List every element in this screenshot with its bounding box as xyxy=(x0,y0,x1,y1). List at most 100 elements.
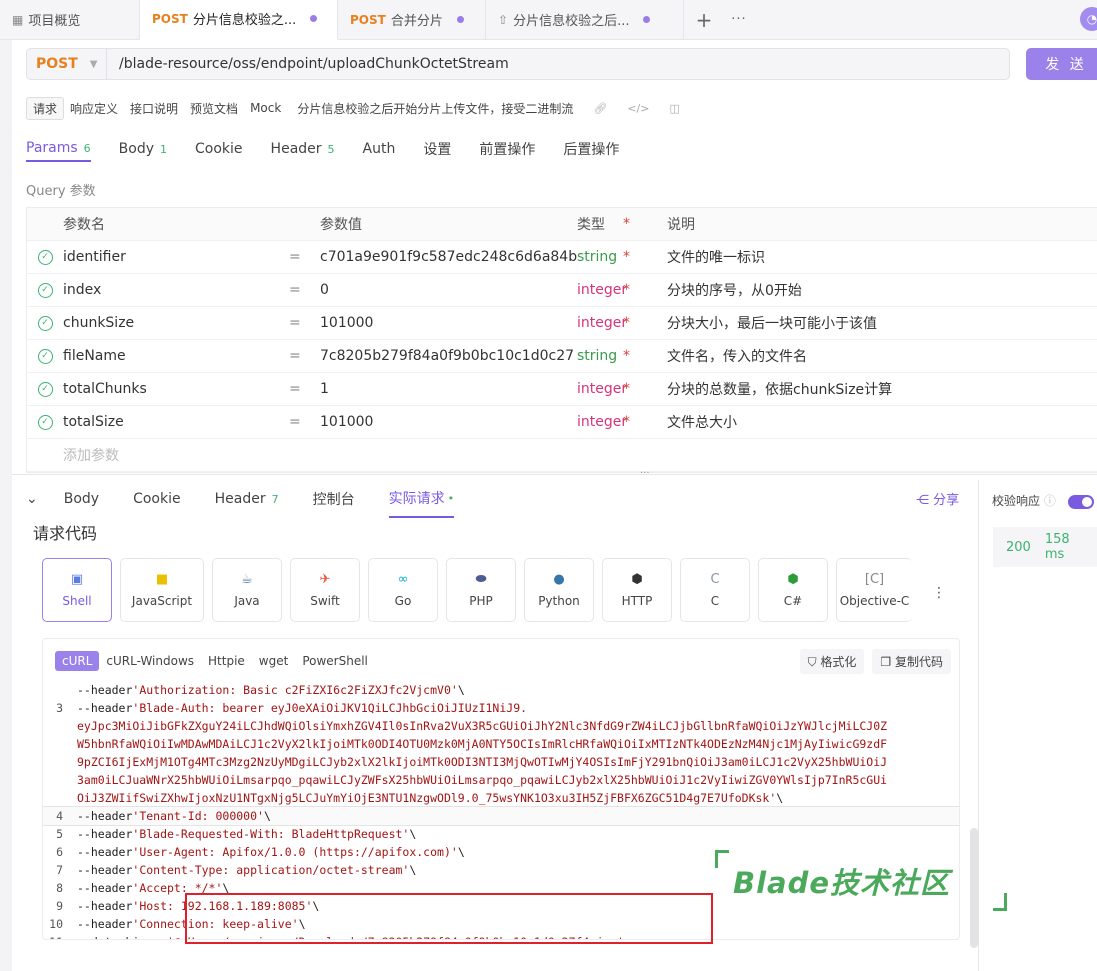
subnav-request[interactable]: 请求 xyxy=(26,96,65,120)
validate-toggle[interactable] xyxy=(1067,494,1094,509)
lang-shell[interactable]: ▣ Shell xyxy=(42,558,112,622)
line-number xyxy=(43,681,77,699)
param-type[interactable]: string xyxy=(577,348,623,364)
avatar[interactable]: ◔ xyxy=(1080,7,1097,31)
subnav-api-desc[interactable]: 接口说明 xyxy=(124,98,184,119)
param-desc[interactable]: 分块的总数量，依据chunkSize计算 xyxy=(667,379,1097,399)
param-desc[interactable]: 文件的唯一标识 xyxy=(667,247,1097,267)
param-name[interactable]: totalSize xyxy=(63,414,289,430)
check-icon[interactable]: ✓ xyxy=(37,315,53,331)
tab-post-ops[interactable]: 后置操作 xyxy=(563,136,619,162)
code-tab-curl-windows[interactable]: cURL-Windows xyxy=(99,651,201,671)
tab-actual-request[interactable]: 实际请求 • xyxy=(388,480,455,518)
code-tab-wget[interactable]: wget xyxy=(252,651,296,671)
tab-body[interactable]: Body 1 xyxy=(119,136,167,162)
param-type[interactable]: integer xyxy=(577,282,627,298)
subnav-response-def[interactable]: 响应定义 xyxy=(64,98,124,119)
lang-objc[interactable]: [C] Objective-C xyxy=(836,558,912,622)
tab-chunk-validate[interactable]: POST 分片信息校验之... xyxy=(140,0,338,40)
tab-cookie[interactable]: Cookie xyxy=(195,136,243,162)
code-line: 5 --header 'Blade-Requested-With: BladeHt… xyxy=(43,825,959,843)
tab-resp-body[interactable]: Body xyxy=(64,480,99,518)
param-type[interactable]: integer xyxy=(577,414,627,430)
required-mark: * xyxy=(623,315,630,331)
code-icon[interactable]: </> xyxy=(621,100,655,117)
param-desc[interactable]: 文件名，传入的文件名 xyxy=(667,346,1097,366)
tab-resp-cookie[interactable]: Cookie xyxy=(133,480,181,518)
resize-divider[interactable] xyxy=(12,474,1097,475)
check-icon[interactable]: ✓ xyxy=(37,249,53,265)
check-icon[interactable]: ✓ xyxy=(37,414,53,430)
param-desc[interactable]: 文件总大小 xyxy=(667,412,1097,432)
lang-csharp[interactable]: ⬢ C# xyxy=(758,558,828,622)
lang-swift[interactable]: ✈︎ Swift xyxy=(290,558,360,622)
status-box: 200 158 ms xyxy=(993,527,1097,567)
param-value[interactable]: 7c8205b279f84a0f9b0bc10c1d0c27 xyxy=(320,348,577,364)
param-name[interactable]: totalChunks xyxy=(63,381,289,397)
panel-icon[interactable]: ◫ xyxy=(663,100,685,117)
tab-after-validate[interactable]: ⇧ 分片信息校验之后... xyxy=(486,0,684,40)
param-name[interactable]: fileName xyxy=(63,348,289,364)
lang-java[interactable]: ☕︎ Java xyxy=(212,558,282,622)
url-input[interactable]: /blade-resource/oss/endpoint/uploadChunk… xyxy=(107,56,509,72)
add-param-input[interactable]: 添加参数 xyxy=(63,445,289,465)
param-desc[interactable]: 分块的序号，从0开始 xyxy=(667,280,1097,300)
subnav-mock[interactable]: Mock xyxy=(244,99,287,117)
lang-javascript[interactable]: ■ JavaScript xyxy=(120,558,204,622)
share-button[interactable]: ⋲ 分享 xyxy=(916,489,959,508)
tab-console[interactable]: 控制台 xyxy=(313,480,355,518)
link-icon[interactable]: 🔗︎ xyxy=(587,100,613,117)
lang-python[interactable]: ● Python xyxy=(524,558,594,622)
code-tab-curl[interactable]: cURL xyxy=(55,651,100,671)
method-select[interactable]: POST ▼ xyxy=(27,49,107,79)
param-value[interactable]: 1 xyxy=(320,381,577,397)
add-param-row[interactable]: 添加参数 xyxy=(27,439,1097,472)
tab-header[interactable]: Header 5 xyxy=(271,136,335,162)
tab-project-overview[interactable]: ▦ 项目概览 xyxy=(0,0,140,40)
param-desc[interactable]: 分块大小，最后一块可能小于该值 xyxy=(667,313,1097,333)
param-name[interactable]: index xyxy=(63,282,289,298)
check-icon[interactable]: ✓ xyxy=(37,282,53,298)
drag-handle-icon[interactable]: ··· xyxy=(640,468,650,479)
param-type[interactable]: string xyxy=(577,249,623,265)
param-type[interactable]: integer xyxy=(577,315,627,331)
lang-go[interactable]: ∞ Go xyxy=(368,558,438,622)
code-tab-httpie[interactable]: Httpie xyxy=(201,651,252,671)
tab-resp-header[interactable]: Header 7 xyxy=(215,480,279,518)
line-number: 11 xyxy=(43,933,77,939)
lang-php[interactable]: ⬬ PHP xyxy=(446,558,516,622)
required-mark: * xyxy=(623,414,630,430)
new-tab-button[interactable]: + xyxy=(684,8,724,32)
param-value[interactable]: c701a9e901f9c587edc248c6d6a84b xyxy=(320,249,577,265)
line-number: 9 xyxy=(56,899,63,913)
tab-settings[interactable]: 设置 xyxy=(423,136,451,162)
check-icon[interactable]: ✓ xyxy=(37,381,53,397)
share-icon: ⋲ xyxy=(916,493,934,508)
check-icon[interactable]: ✓ xyxy=(37,348,53,364)
tab-merge-chunks[interactable]: POST 合并分片 xyxy=(338,0,486,40)
validate-response: 校验响应 ⓘ xyxy=(992,492,1094,509)
param-value[interactable]: 101000 xyxy=(320,414,577,430)
line-number: 4 xyxy=(56,809,63,823)
lang-c[interactable]: CC xyxy=(680,558,750,622)
format-button[interactable]: ⛉ 格式化 xyxy=(799,649,865,674)
send-button[interactable]: 发 送 xyxy=(1026,48,1097,80)
collapse-icon[interactable]: ⌄ xyxy=(26,480,38,518)
copy-code-button[interactable]: ❐ 复制代码 xyxy=(872,649,951,674)
param-name[interactable]: identifier xyxy=(63,249,289,265)
param-value[interactable]: 0 xyxy=(320,282,577,298)
help-icon: ⓘ xyxy=(1043,494,1056,508)
tab-params[interactable]: Params 6 xyxy=(26,136,91,162)
tab-pre-ops[interactable]: 前置操作 xyxy=(479,136,535,162)
subnav-preview-doc[interactable]: 预览文档 xyxy=(184,98,244,119)
more-tabs-icon[interactable]: ··· xyxy=(724,12,754,27)
code-tab-powershell[interactable]: PowerShell xyxy=(295,651,375,671)
param-value[interactable]: 101000 xyxy=(320,315,577,331)
param-name[interactable]: chunkSize xyxy=(63,315,289,331)
python-icon: ● xyxy=(553,572,565,587)
lang-http[interactable]: ⬢ HTTP xyxy=(602,558,672,622)
param-type[interactable]: integer xyxy=(577,381,627,397)
scrollbar[interactable] xyxy=(970,828,978,948)
tab-auth[interactable]: Auth xyxy=(363,136,396,162)
more-langs-icon[interactable]: ⋮ xyxy=(932,585,946,601)
